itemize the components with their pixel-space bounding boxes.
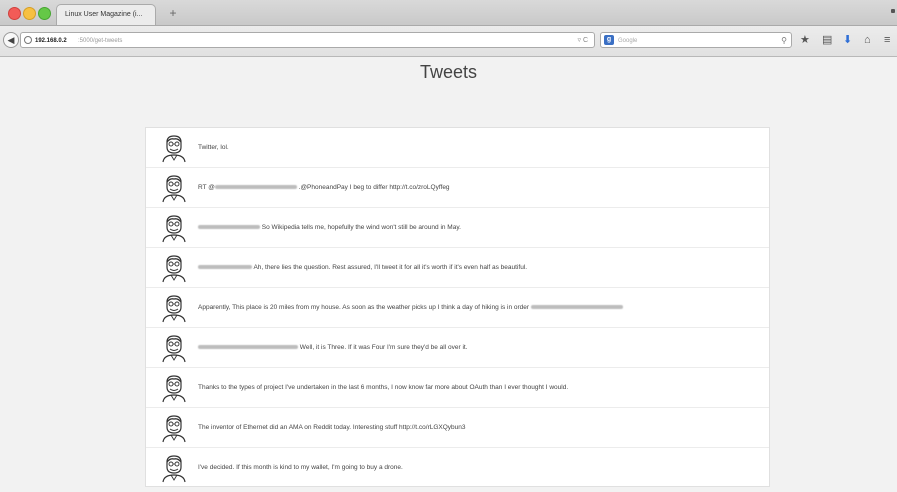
tweet-list: Twitter, lol. RT @ .@PhoneandPay I beg t… [145, 127, 770, 487]
avatar-icon [160, 333, 188, 363]
zoom-window-button[interactable] [38, 7, 51, 20]
tweet-row: Apparently, This place is 20 miles from … [146, 288, 769, 328]
reload-icon[interactable]: ▿ C [577, 33, 588, 49]
browser-window: Linux User Magazine (i... + ◀ 192.168.0.… [0, 0, 897, 492]
minimize-window-button[interactable] [23, 7, 36, 20]
tweet-text: I've decided. If this month is kind to m… [198, 448, 403, 488]
tweet-body: Ah, there lies the question. Rest assure… [252, 264, 528, 271]
avatar-icon [160, 373, 188, 403]
search-placeholder: Google [618, 38, 638, 44]
navigation-bar: ◀ 192.168.0.2 :5000/get-tweets ▿ C g Goo… [0, 26, 897, 57]
tweet-body: Thanks to the types of project I've unde… [198, 384, 569, 391]
tweet-body: So Wikipedia tells me, hopefully the win… [260, 224, 461, 231]
home-icon[interactable]: ⌂ [864, 35, 871, 46]
download-arrow-icon[interactable]: ⬇ [843, 35, 852, 46]
tweet-row: The inventor of Ethernet did an AMA on R… [146, 408, 769, 448]
tweet-row: Thanks to the types of project I've unde… [146, 368, 769, 408]
tweet-row: Ah, there lies the question. Rest assure… [146, 248, 769, 288]
redacted-handle [198, 265, 252, 270]
redacted-handle [198, 225, 260, 230]
clipboard-icon[interactable]: ▤ [822, 35, 832, 46]
bookmark-star-icon[interactable]: ★ [800, 35, 810, 46]
tweet-text: Well, it is Three. If it was Four I'm su… [198, 328, 468, 368]
tweet-row: So Wikipedia tells me, hopefully the win… [146, 208, 769, 248]
search-engine-icon[interactable]: g [604, 35, 614, 45]
tweet-text: Ah, there lies the question. Rest assure… [198, 248, 527, 288]
tab-title: Linux User Magazine (i... [65, 11, 143, 18]
tweet-row: RT @ .@PhoneandPay I beg to differ http:… [146, 168, 769, 208]
tweet-body: .@PhoneandPay I beg to differ http://t.c… [296, 184, 450, 191]
avatar-icon [160, 413, 188, 443]
page-title: Tweets [419, 62, 478, 82]
tweet-body: Apparently, This place is 20 miles from … [198, 304, 531, 311]
tweet-text: The inventor of Ethernet did an AMA on R… [198, 408, 466, 448]
search-input[interactable]: g Google ⚲ [600, 32, 792, 48]
avatar-icon [160, 293, 188, 323]
tweet-body: Well, it is Three. If it was Four I'm su… [298, 344, 468, 351]
avatar-icon [160, 173, 188, 203]
redacted-handle [198, 345, 298, 350]
tweet-body: I've decided. If this month is kind to m… [198, 464, 403, 471]
tweet-row: Well, it is Three. If it was Four I'm su… [146, 328, 769, 368]
globe-icon [24, 36, 32, 44]
menu-icon[interactable]: ≡ [884, 35, 890, 46]
redacted-handle [214, 185, 297, 190]
avatar-icon [160, 453, 188, 483]
url-bar[interactable]: 192.168.0.2 :5000/get-tweets ▿ C [20, 32, 595, 48]
new-tab-button[interactable]: + [163, 7, 183, 22]
redacted-handle [530, 305, 623, 310]
tweet-text: Apparently, This place is 20 miles from … [198, 288, 623, 328]
tweet-text: Thanks to the types of project I've unde… [198, 368, 568, 408]
tweet-text: So Wikipedia tells me, hopefully the win… [198, 208, 461, 248]
close-window-button[interactable] [8, 7, 21, 20]
avatar-icon [160, 133, 188, 163]
overflow-icon[interactable] [891, 9, 895, 13]
tweet-text: Twitter, lol. [198, 128, 229, 168]
back-arrow-icon[interactable]: ◀ [3, 32, 19, 48]
url-host: 192.168.0.2 [35, 38, 67, 44]
tweet-prefix: RT @ [198, 184, 215, 191]
tweet-body: Twitter, lol. [198, 144, 229, 151]
tab-active[interactable]: Linux User Magazine (i... [56, 4, 156, 25]
tweet-row: Twitter, lol. [146, 128, 769, 168]
search-icon[interactable]: ⚲ [781, 33, 787, 49]
tweet-row: I've decided. If this month is kind to m… [146, 448, 769, 488]
tab-strip: Linux User Magazine (i... + [0, 0, 897, 26]
avatar-icon [160, 253, 188, 283]
avatar-icon [160, 213, 188, 243]
tweet-text: RT @ .@PhoneandPay I beg to differ http:… [198, 168, 450, 208]
tweet-body: The inventor of Ethernet did an AMA on R… [198, 424, 466, 431]
url-path: :5000/get-tweets [78, 38, 123, 44]
